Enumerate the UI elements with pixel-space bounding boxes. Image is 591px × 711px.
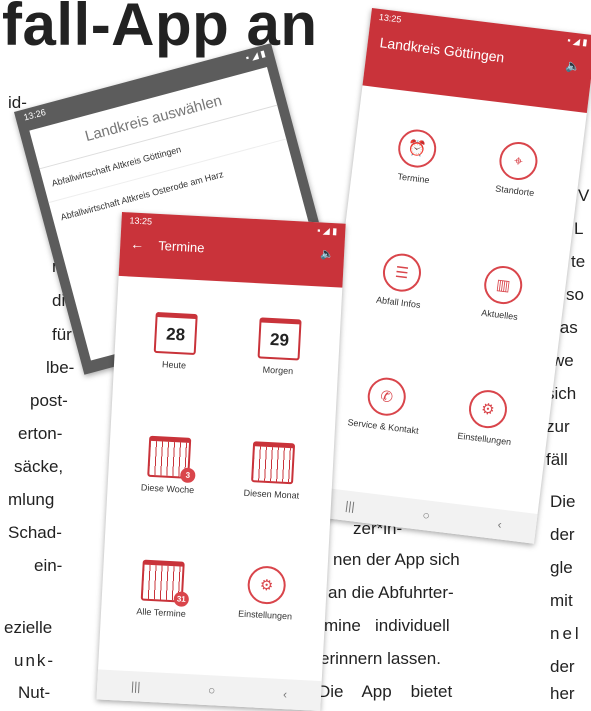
calendar-all-icon: 31 <box>140 559 190 608</box>
right-line: so <box>566 285 584 304</box>
right-line: her <box>550 684 575 703</box>
tile-alle-termine[interactable]: 31 Alle Termine <box>121 559 204 620</box>
calendar-week-icon: 3 <box>147 435 196 484</box>
tile-label: Standorte <box>494 183 535 199</box>
gear-icon: ⚙ <box>246 565 287 606</box>
tile-label: Einstellungen <box>456 430 512 448</box>
right-line: gle <box>550 558 573 577</box>
middle-line: erinnern lassen. <box>320 649 441 668</box>
status-time: 13:26 <box>22 106 47 123</box>
tile-label: Alle Termine <box>136 606 186 619</box>
tile-label: Einstellungen <box>237 608 293 622</box>
android-nav-bar: ||| ○ ‹ <box>309 486 538 544</box>
tile-einstellungen[interactable]: ⚙ Einstellungen <box>444 385 530 448</box>
signal-icon: ▪ ◢ ▮ <box>566 35 589 48</box>
right-line: mit <box>550 591 573 610</box>
tile-standorte[interactable]: ⌖ Standorte <box>474 137 560 200</box>
status-time: 13:25 <box>129 215 153 227</box>
app-header: 13:25 ▪ ◢ ▮ ← Termine 🔈 <box>118 212 346 288</box>
tile-diese-woche[interactable]: 3 Diese Woche <box>127 435 210 496</box>
count-badge: 31 <box>173 591 190 608</box>
back-icon[interactable]: ‹ <box>283 687 288 701</box>
right-line: Die <box>550 492 576 511</box>
tile-termine[interactable]: ⏰ Termine <box>373 125 459 188</box>
tile-label: Diesen Monat <box>243 487 300 501</box>
left-line: Nut- <box>18 683 51 702</box>
recent-apps-icon[interactable]: ||| <box>131 679 141 693</box>
left-line: Schad- <box>8 523 62 542</box>
list-icon: ☰ <box>380 251 424 294</box>
tile-label: Diese Woche <box>140 482 195 496</box>
middle-line: mine individuell <box>324 616 450 635</box>
left-line: unk- <box>14 651 56 670</box>
calendar-day: 28 <box>165 324 186 345</box>
calendar-icon: 29 <box>257 317 302 361</box>
tile-label: Service & Kontakt <box>346 417 420 436</box>
right-line: der <box>550 657 575 676</box>
tile-diesen-monat[interactable]: Diesen Monat <box>231 440 314 501</box>
tile-aktuelles[interactable]: ▥ Aktuelles <box>459 261 545 324</box>
calendar-icon: 28 <box>153 311 198 356</box>
left-line: für <box>52 325 72 344</box>
speaker-icon[interactable]: 🔈 <box>320 247 334 261</box>
alarm-clock-icon: ⏰ <box>396 127 439 170</box>
tile-label: Heute <box>161 359 187 371</box>
recent-apps-icon[interactable]: ||| <box>345 499 356 514</box>
tile-heute[interactable]: 28 Heute <box>134 311 217 372</box>
left-line: post- <box>30 391 68 410</box>
gear-icon: ⚙ <box>466 387 510 431</box>
calendar-day: 29 <box>269 329 290 350</box>
tile-label: Morgen <box>262 364 294 377</box>
left-line: säcke, <box>14 457 64 476</box>
right-line: nel <box>550 624 582 643</box>
middle-line: an die Abfuhrter- <box>328 583 454 602</box>
signal-icon: ▪ ◢ ▮ <box>244 48 267 63</box>
back-arrow-icon[interactable]: ← <box>130 235 145 252</box>
middle-line: nen der App sich <box>333 550 460 569</box>
book-icon: ▥ <box>482 263 525 307</box>
app-title: Landkreis Göttingen <box>378 34 506 66</box>
right-line: der <box>550 525 575 544</box>
count-badge: 3 <box>179 467 196 484</box>
tile-label: Abfall Infos <box>375 294 422 311</box>
back-icon[interactable]: ‹ <box>497 517 503 531</box>
app-header: 13:25 ▪ ◢ ▮ Landkreis Göttingen 🔈 <box>362 8 591 113</box>
tile-abfall-infos[interactable]: ☰ Abfall Infos <box>358 249 444 312</box>
right-line: zur <box>546 417 570 436</box>
phone-termine: 13:25 ▪ ◢ ▮ ← Termine 🔈 28 Heute 29 Morg… <box>96 212 346 711</box>
location-pin-icon: ⌖ <box>497 139 540 183</box>
left-line: mlung <box>8 490 55 509</box>
calendar-month-icon <box>251 441 296 485</box>
right-line: V <box>578 186 590 205</box>
home-icon[interactable]: ○ <box>208 683 216 697</box>
android-nav-bar: ||| ○ ‹ <box>96 669 322 711</box>
home-icon[interactable]: ○ <box>422 508 431 523</box>
right-line: fäll <box>546 450 568 469</box>
signal-icon: ▪ ◢ ▮ <box>316 225 338 237</box>
phone-icon: ✆ <box>365 375 408 418</box>
speaker-icon[interactable]: 🔈 <box>565 58 582 74</box>
screen-title: Termine <box>157 237 205 255</box>
tile-label: Aktuelles <box>480 307 519 323</box>
tile-service-kontakt[interactable]: ✆ Service & Kontakt <box>335 372 437 437</box>
left-line: erton- <box>18 424 63 443</box>
left-line: ezielle <box>4 618 53 637</box>
right-line: te <box>571 252 586 271</box>
left-line: lbe- <box>46 358 75 377</box>
tile-morgen[interactable]: 29 Morgen <box>238 316 321 377</box>
tile-label: Termine <box>397 171 431 186</box>
status-time: 13:25 <box>378 11 402 25</box>
tile-einstellungen[interactable]: ⚙ Einstellungen <box>225 564 308 622</box>
left-line: ein- <box>34 556 63 575</box>
right-line: L <box>574 219 584 238</box>
